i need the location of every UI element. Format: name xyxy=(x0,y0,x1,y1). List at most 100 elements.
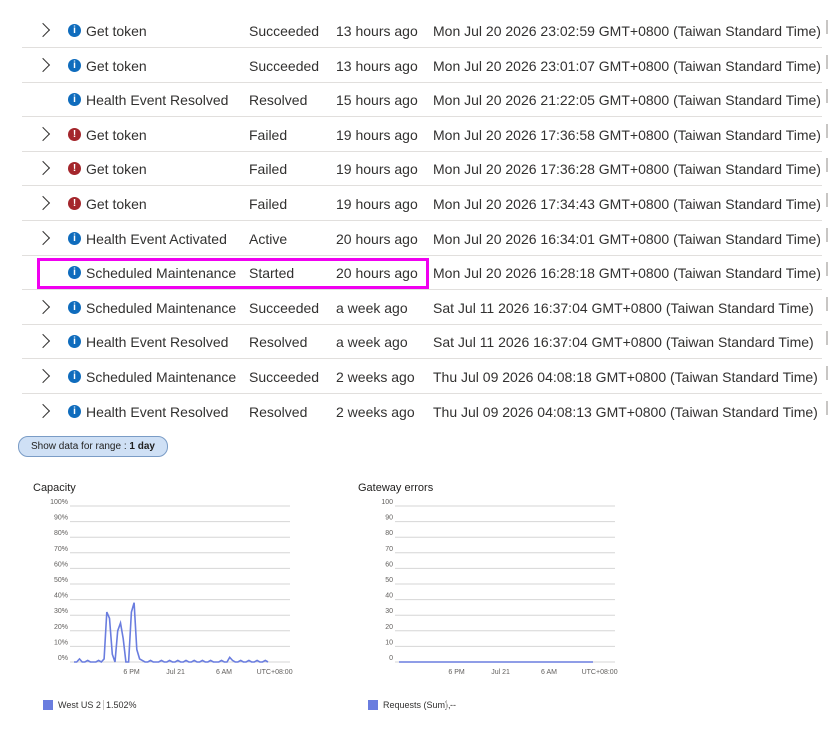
status-text: Failed xyxy=(249,196,288,212)
status-text: Failed xyxy=(249,161,288,178)
y-tick-label: 0% xyxy=(58,655,68,662)
chevron-right-icon[interactable] xyxy=(38,57,54,73)
event-timestamp: Thu Jul 09 2026 04:08:18 GMT+0800 (Taiwa… xyxy=(433,369,818,385)
operation-name: Get token xyxy=(86,126,147,143)
range-value: 1 day xyxy=(129,441,155,452)
event-timestamp: Mon Jul 20 2026 23:02:59 GMT+0800 (Taiwa… xyxy=(433,23,821,39)
table-row[interactable]: i Scheduled Maintenance Succeeded a week ag… xyxy=(22,291,822,325)
capacity-chart[interactable]: 100% 90% 80% 70% 60% 50% 40% 30% 20% 10% 0% 6 PM Jul… xyxy=(0,496,300,686)
x-tick-label: UTC+08:00 xyxy=(582,669,618,676)
status-text: Failed xyxy=(249,126,288,143)
event-timestamp: Mon Jul 20 2026 17:36:28 GMT+0800 (Taiwa… xyxy=(433,161,821,178)
info-icon: i xyxy=(68,24,81,37)
y-tick-label: 50 xyxy=(385,577,393,584)
error-icon: ! xyxy=(68,127,81,141)
relative-time: 19 hours ago xyxy=(336,161,418,178)
operation-name: Scheduled Maintenance xyxy=(86,299,237,316)
y-tick-label: 100 xyxy=(381,499,393,506)
info-icon: i xyxy=(68,300,81,314)
operation-name: Health Event Activated xyxy=(86,230,227,247)
chevron-right-icon[interactable] xyxy=(38,230,54,246)
info-icon: i xyxy=(68,58,81,72)
y-tick-label: 30% xyxy=(54,608,68,615)
status-text: Started xyxy=(249,265,295,282)
table-row[interactable]: ! Get token Failed 19 hours ago Mon Jul 20 2… xyxy=(22,187,822,221)
table-row[interactable]: ! Get token Failed 19 hours ago Mon Jul 20 2… xyxy=(22,118,822,152)
y-tick-label: 70 xyxy=(385,546,393,553)
event-timestamp: Mon Jul 20 2026 23:01:07 GMT+0800 (Taiwa… xyxy=(433,57,821,74)
chevron-right-icon[interactable] xyxy=(38,333,54,349)
status-text: Active xyxy=(249,230,288,247)
event-timestamp: Mon Jul 20 2026 21:22:05 GMT+0800 (Taiwa… xyxy=(433,92,821,109)
show-data-range-button[interactable]: Show data for range : 1 day xyxy=(18,436,168,457)
y-tick-label: 90% xyxy=(54,515,68,522)
table-row[interactable]: i Health Event Resolved Resolved a week ago… xyxy=(22,325,822,360)
table-row[interactable]: i Health Event Resolved Resolved 15 hours a… xyxy=(22,83,822,118)
event-timestamp: Mon Jul 20 2026 17:36:58 GMT+0800 (Taiwa… xyxy=(433,126,821,143)
chevron-right-icon[interactable] xyxy=(38,299,54,315)
y-tick-label: 60 xyxy=(385,561,393,568)
error-icon: ! xyxy=(68,197,81,210)
table-row[interactable]: i Scheduled Maintenance Succeeded 2 weeks a… xyxy=(22,360,822,394)
table-row[interactable]: ! Get token Failed 19 hours ago Mon Jul 20 2… xyxy=(22,152,822,187)
y-tick-label: 0 xyxy=(389,655,393,662)
y-tick-label: 20% xyxy=(54,624,68,631)
table-row[interactable]: i Get token Succeeded 13 hours ago Mon Jul 2… xyxy=(22,14,822,48)
relative-time: 19 hours ago xyxy=(336,196,418,212)
info-icon: i xyxy=(68,335,81,349)
event-timestamp: Sat Jul 11 2026 16:37:04 GMT+0800 (Taiwa… xyxy=(433,299,814,316)
relative-time: 20 hours ago xyxy=(336,230,418,247)
chevron-right-icon[interactable] xyxy=(38,403,54,419)
x-tick-label: UTC+08:00 xyxy=(257,669,293,676)
event-timestamp: Sat Jul 11 2026 16:37:04 GMT+0800 (Taiwa… xyxy=(433,334,814,351)
y-tick-label: 50% xyxy=(54,577,68,584)
y-tick-label: 100% xyxy=(50,499,68,506)
legend-label: Requests (Sum), xyxy=(383,700,451,710)
operation-name: Scheduled Maintenance xyxy=(86,265,237,282)
relative-time: 13 hours ago xyxy=(336,23,418,39)
relative-time: a week ago xyxy=(336,334,408,351)
info-icon: i xyxy=(68,404,81,418)
y-tick-label: 20 xyxy=(385,624,393,631)
capacity-chart-title: Capacity xyxy=(33,482,76,494)
status-text: Resolved xyxy=(249,334,308,351)
event-timestamp: Mon Jul 20 2026 17:34:43 GMT+0800 (Taiwa… xyxy=(433,196,821,212)
y-tick-label: 40% xyxy=(54,593,68,600)
table-row[interactable]: i Get token Succeeded 13 hours ago Mon Jul 2… xyxy=(22,49,822,83)
table-row[interactable]: i Health Event Resolved Resolved 2 weeks ag… xyxy=(22,395,822,426)
chevron-right-icon[interactable] xyxy=(38,195,54,211)
relative-time: 20 hours ago xyxy=(336,265,418,282)
operation-name: Scheduled Maintenance xyxy=(86,369,237,385)
error-icon: ! xyxy=(68,162,81,176)
chevron-right-icon[interactable] xyxy=(38,368,54,384)
y-tick-label: 90 xyxy=(385,515,393,522)
y-tick-label: 10% xyxy=(54,639,68,646)
gateway-errors-chart[interactable]: 10090807060504030201006 PM Jul 21 6 AM UTC+… xyxy=(325,496,625,686)
chevron-right-icon[interactable] xyxy=(38,22,54,38)
y-tick-label: 80% xyxy=(54,530,68,537)
operation-name: Get token xyxy=(86,196,147,212)
y-tick-label: 40 xyxy=(385,593,393,600)
status-text: Succeeded xyxy=(249,23,320,39)
legend-value: -- xyxy=(450,700,456,710)
relative-time: 13 hours ago xyxy=(336,57,418,74)
chevron-right-icon[interactable] xyxy=(38,160,54,176)
gateway-errors-chart-title: Gateway errors xyxy=(358,482,434,494)
operation-name: Health Event Resolved xyxy=(86,334,229,351)
chevron-right-icon[interactable] xyxy=(38,126,54,142)
table-row[interactable]: i Scheduled Maintenance Started 20 hours ag… xyxy=(22,256,822,291)
info-icon: i xyxy=(68,370,81,383)
legend-label: West US 2 xyxy=(58,700,101,710)
relative-time: 19 hours ago xyxy=(336,126,418,143)
y-tick-label: 80 xyxy=(385,530,393,537)
relative-time: 2 weeks ago xyxy=(336,369,415,385)
status-text: Succeeded xyxy=(249,369,320,385)
y-tick-label: 70% xyxy=(54,546,68,553)
operation-name: Get token xyxy=(86,161,147,178)
x-tick-label: 6 PM xyxy=(123,669,140,676)
x-tick-label: Jul 21 xyxy=(166,669,185,676)
x-tick-label: 6 AM xyxy=(541,669,557,676)
legend-swatch xyxy=(368,700,378,710)
table-row[interactable]: i Health Event Activated Active 20 hours ag… xyxy=(22,222,822,256)
y-tick-label: 30 xyxy=(385,608,393,615)
